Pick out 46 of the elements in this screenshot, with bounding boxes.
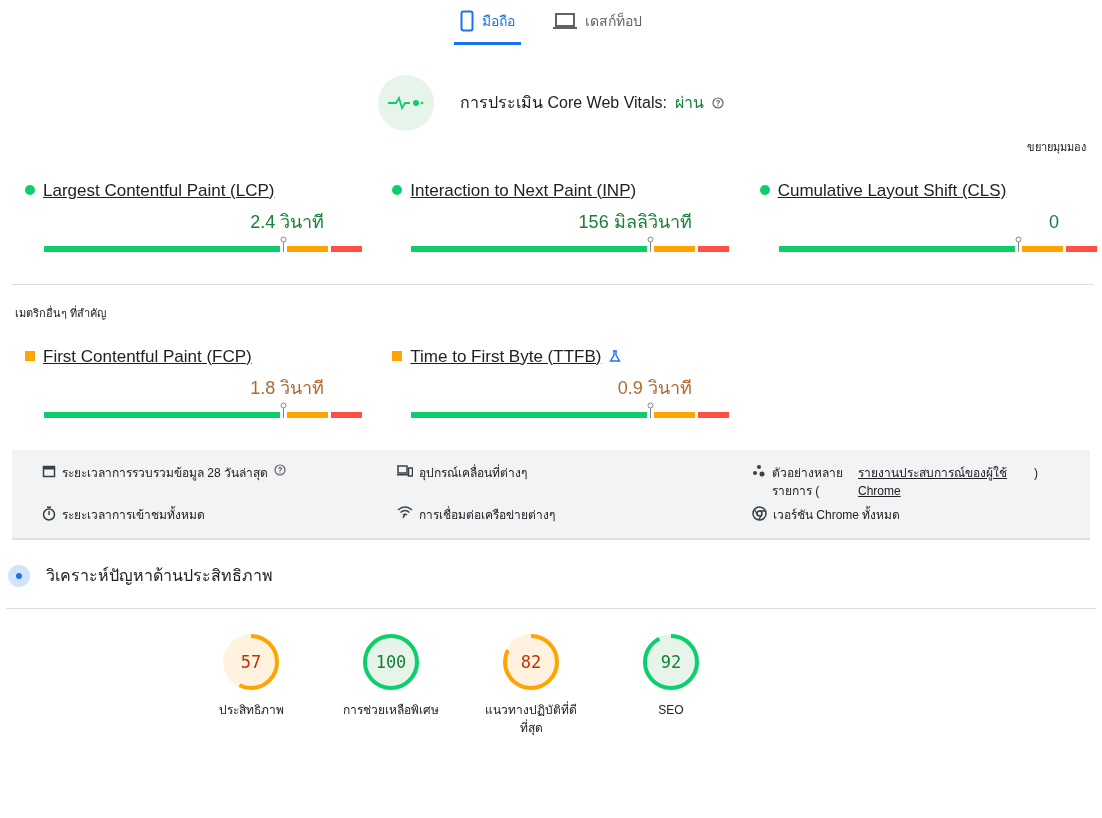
pulse-icon <box>388 96 425 110</box>
dots-icon <box>752 464 766 478</box>
info-text: เวอร์ชัน Chrome ทั้งหมด <box>773 506 901 524</box>
score-label: ประสิทธิภาพ <box>218 702 284 719</box>
info-text: ระยะเวลาการเข้าชมทั้งหมด <box>62 506 205 524</box>
laptop-icon <box>553 12 577 30</box>
metric-value: 2.4 วินาที <box>249 211 326 234</box>
calendar-icon <box>42 464 56 478</box>
phone-icon <box>460 10 474 32</box>
chrome-icon <box>752 506 767 521</box>
score-label: แนวทางปฏิบัติที่ดีที่สุด <box>484 701 578 737</box>
score-label: การช่วยเหลือพิเศษ <box>343 702 439 719</box>
wifi-icon <box>397 506 413 518</box>
metric-value: 0.9 วินาที <box>616 377 693 400</box>
expand-view-link[interactable]: ขยายมุมมอง <box>1027 141 1086 153</box>
info-text: ) <box>1034 465 1038 482</box>
info-text: ระยะเวลาการรวบรวมข้อมูล 28 วันล่าสุด <box>62 465 268 482</box>
metric-value: 0 <box>1048 211 1060 234</box>
tab[interactable]: มือถือ <box>454 8 521 45</box>
assessment-result: ผ่าน <box>674 93 704 113</box>
assessment-title: การประเมิน Core Web Vitals: <box>460 93 667 113</box>
metric-link[interactable]: Cumulative Layout Shift (CLS) <box>777 177 1007 203</box>
score-gauge: 92 <box>642 633 700 691</box>
help-icon <box>274 464 286 476</box>
section-heading: เมตริกอื่นๆ ที่สำคัญ <box>15 307 107 319</box>
info-text: อุปกรณ์เคลื่อนที่ต่างๆ <box>419 464 527 482</box>
score-label: SEO <box>658 702 684 719</box>
info-text: การเชื่อมต่อเครือข่ายต่างๆ <box>419 506 555 524</box>
stopwatch-icon <box>42 506 56 521</box>
metric-value: 156 มิลลิวินาที <box>577 211 693 234</box>
metric-link[interactable]: Largest Contentful Paint (LCP) <box>43 177 275 203</box>
tab[interactable]: เดสก์ท็อป <box>547 8 648 45</box>
score-gauge: 100 <box>362 633 420 691</box>
section-title: วิเคราะห์ปัญหาด้านประสิทธิภาพ <box>46 565 273 587</box>
target-icon <box>8 565 30 587</box>
metric-value: 1.8 วินาที <box>249 377 326 400</box>
score-gauge: 82 <box>502 633 560 691</box>
info-text: ตัวอย่างหลาย รายการ ( <box>772 465 844 500</box>
score-gauge: 57 <box>222 633 280 691</box>
metric-link[interactable]: First Contentful Paint (FCP) <box>43 343 252 369</box>
metric-link[interactable]: Time to First Byte (TTFB) <box>410 343 602 369</box>
flask-icon <box>609 350 622 363</box>
metric-link[interactable]: Interaction to Next Paint (INP) <box>410 177 637 203</box>
report-link[interactable]: รายงานประสบการณ์ของผู้ใช้ Chrome <box>858 464 1028 500</box>
devices-icon <box>397 464 413 478</box>
help-icon <box>711 97 724 109</box>
